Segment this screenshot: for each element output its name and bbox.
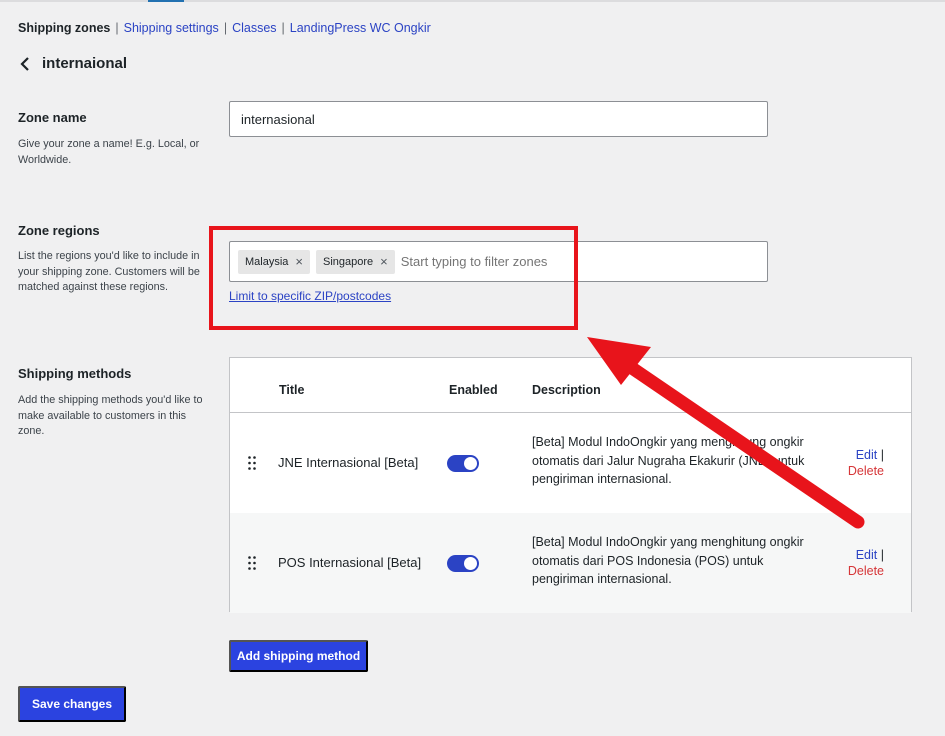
- zone-name-label: Zone name: [18, 110, 87, 125]
- active-tab-indicator: [148, 0, 184, 2]
- method-title: POS Internasional [Beta]: [278, 555, 422, 570]
- shipping-methods-table: Title Enabled Description JNE Internasio…: [229, 357, 912, 613]
- edit-method-link[interactable]: Edit: [856, 548, 878, 562]
- chevron-left-icon[interactable]: [20, 56, 30, 71]
- back-header: internaional: [20, 55, 127, 72]
- subnav-separator: |: [115, 21, 119, 35]
- subnav-shipping-zones: Shipping zones: [18, 21, 111, 35]
- subnav-landingpress-ongkir[interactable]: LandingPress WC Ongkir: [290, 21, 431, 35]
- column-enabled: Enabled: [449, 383, 498, 397]
- method-title: JNE Internasional [Beta]: [278, 455, 419, 470]
- zone-page-title: internaional: [42, 55, 128, 72]
- method-enabled-toggle[interactable]: [447, 555, 479, 572]
- table-header: Title Enabled Description: [230, 358, 911, 413]
- top-border: [0, 0, 945, 2]
- delete-method-link[interactable]: Delete: [844, 463, 884, 479]
- zone-name-description: Give your zone a name! E.g. Local, or Wo…: [18, 138, 200, 166]
- table-row: POS Internasional [Beta] [Beta] Modul In…: [230, 513, 911, 613]
- shipping-subnav: Shipping zones | Shipping settings | Classes…: [18, 21, 431, 35]
- subnav-shipping-settings[interactable]: Shipping settings: [124, 21, 219, 35]
- drag-handle-icon[interactable]: [248, 456, 256, 470]
- subnav-separator: |: [223, 21, 228, 35]
- drag-handle-icon[interactable]: [248, 556, 256, 570]
- method-description: [Beta] Modul IndoOngkir yang menghitung …: [532, 435, 805, 486]
- zone-regions-label: Zone regions: [18, 223, 100, 238]
- method-actions: Edit | Delete: [844, 547, 884, 579]
- action-separator: |: [880, 548, 884, 562]
- column-title: Title: [279, 383, 305, 397]
- edit-method-link[interactable]: Edit: [856, 448, 878, 462]
- add-shipping-method-button[interactable]: Add shipping method: [229, 640, 368, 672]
- column-description: Description: [532, 383, 601, 397]
- shipping-methods-description: Add the shipping methods you'd like to m…: [18, 394, 203, 437]
- annotation-highlight-box: [209, 226, 578, 330]
- shipping-methods-label: Shipping methods: [18, 366, 132, 381]
- action-separator: |: [880, 448, 884, 462]
- save-changes-button[interactable]: Save changes: [18, 686, 126, 722]
- subnav-separator: |: [281, 21, 285, 35]
- table-row: JNE Internasional [Beta] [Beta] Modul In…: [230, 413, 911, 513]
- method-actions: Edit | Delete: [844, 447, 884, 479]
- subnav-classes[interactable]: Classes: [232, 21, 276, 35]
- zone-regions-description: List the regions you'd like to include i…: [18, 250, 200, 293]
- zone-name-input[interactable]: [229, 101, 768, 137]
- method-description: [Beta] Modul IndoOngkir yang menghitung …: [532, 535, 804, 586]
- method-enabled-toggle[interactable]: [447, 455, 479, 472]
- delete-method-link[interactable]: Delete: [844, 563, 884, 579]
